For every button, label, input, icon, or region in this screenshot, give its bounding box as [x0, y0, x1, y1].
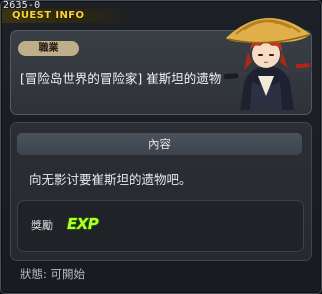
- quest-status: 狀態: 可開始: [20, 267, 86, 281]
- quest-name: [冒险岛世界的冒险家] 崔斯坦的遗物: [20, 71, 222, 86]
- content-header: 內容: [17, 133, 302, 155]
- window-title: QUEST INFO: [12, 10, 85, 21]
- quest-description: 向无影讨要崔斯坦的遗物吧。: [29, 172, 192, 187]
- reward-box: [17, 200, 304, 252]
- exp-reward-icon[interactable]: EXP: [67, 215, 99, 233]
- npc-portrait: [224, 17, 312, 110]
- job-badge: 職業: [18, 41, 79, 56]
- reward-label: 獎勵: [31, 219, 53, 232]
